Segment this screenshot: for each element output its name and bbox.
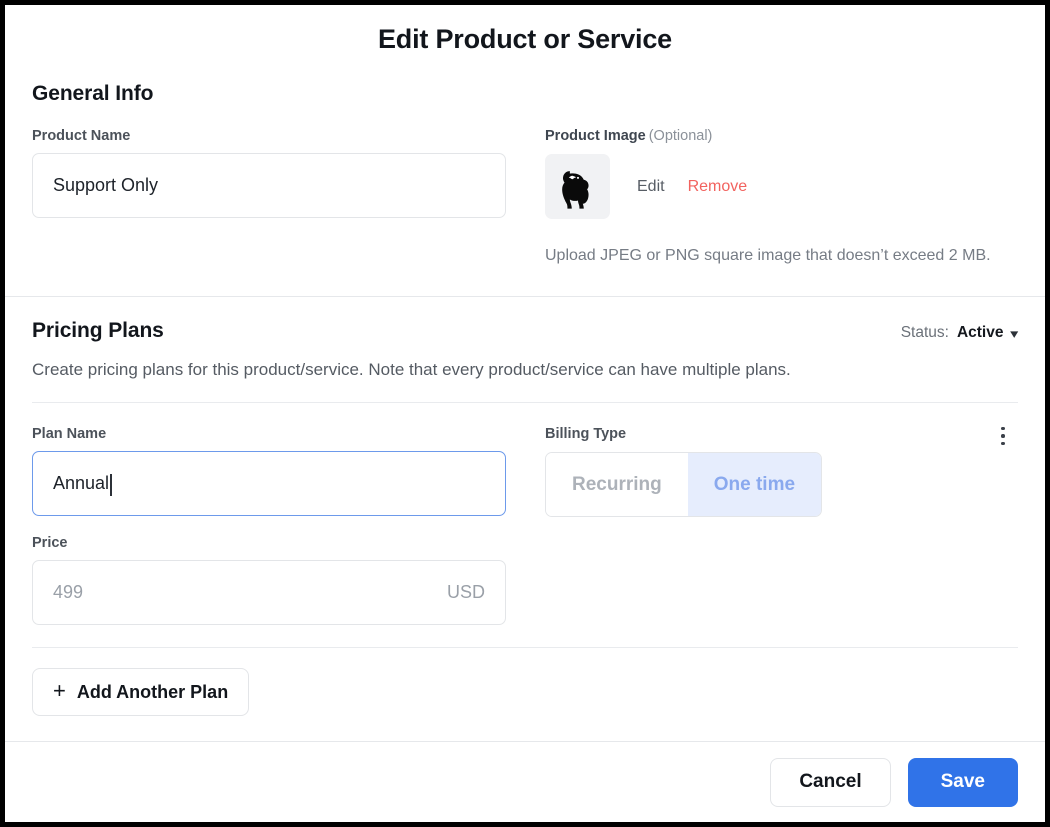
product-name-value: Support Only — [53, 175, 158, 196]
general-info-grid: Product Name Support Only Product Image(… — [32, 128, 1018, 265]
plan-name-field-group: Plan Name Annual Price 499 USD — [32, 426, 532, 625]
upload-hint-text: Upload JPEG or PNG square image that doe… — [545, 247, 1018, 265]
plan-name-input[interactable]: Annual — [32, 451, 506, 516]
billing-type-label: Billing Type — [545, 426, 1018, 442]
billing-type-field-group: Billing Type Recurring One time — [532, 426, 1018, 625]
product-image-actions: Edit Remove — [637, 178, 747, 196]
product-image-optional-text: (Optional) — [649, 128, 713, 144]
price-placeholder-value: 499 — [53, 582, 83, 603]
product-image-label-text: Product Image — [545, 128, 646, 144]
product-name-field-group: Product Name Support Only — [32, 128, 532, 265]
kebab-menu-icon[interactable] — [992, 421, 1014, 451]
add-plan-area: + Add Another Plan — [5, 648, 1045, 716]
price-currency-label: USD — [447, 582, 485, 603]
cancel-button[interactable]: Cancel — [770, 758, 890, 807]
page-title: Edit Product or Service — [5, 5, 1045, 55]
product-image-label: Product Image(Optional) — [545, 128, 1018, 144]
price-input[interactable]: 499 USD — [32, 560, 506, 625]
product-image-row: Edit Remove — [545, 154, 1018, 219]
general-info-heading: General Info — [32, 82, 1018, 106]
add-another-plan-label: Add Another Plan — [77, 682, 228, 703]
plus-icon: + — [53, 680, 66, 702]
product-image-field-group: Product Image(Optional) Edit Remove — [532, 128, 1018, 265]
plan-fields-grid: Plan Name Annual Price 499 USD Billing T… — [32, 403, 1018, 625]
plan-name-value: Annual — [53, 473, 109, 494]
pricing-plans-header: Pricing Plans Status: Active ▾ — [32, 319, 1018, 343]
kebab-dot — [1001, 434, 1005, 438]
general-info-section: General Info Product Name Support Only P… — [5, 55, 1045, 265]
billing-option-recurring[interactable]: Recurring — [546, 453, 688, 516]
product-name-input[interactable]: Support Only — [32, 153, 506, 218]
edit-product-modal: Edit Product or Service General Info Pro… — [5, 5, 1045, 822]
text-cursor — [110, 474, 112, 496]
remove-image-link[interactable]: Remove — [688, 178, 748, 196]
modal-footer: Cancel Save — [5, 742, 1045, 822]
price-field-group: Price 499 USD — [32, 535, 532, 625]
chevron-down-icon: ▾ — [1011, 327, 1019, 340]
save-button[interactable]: Save — [908, 758, 1018, 807]
billing-type-toggle: Recurring One time — [545, 452, 822, 517]
pricing-plans-description: Create pricing plans for this product/se… — [32, 360, 1018, 380]
billing-option-one-time[interactable]: One time — [688, 453, 821, 516]
plan-row: Plan Name Annual Price 499 USD Billing T… — [5, 403, 1045, 625]
kebab-dot — [1001, 442, 1005, 446]
status-label: Status: — [901, 324, 949, 342]
status-value: Active — [957, 324, 1004, 342]
pricing-plans-heading: Pricing Plans — [32, 319, 164, 343]
add-another-plan-button[interactable]: + Add Another Plan — [32, 668, 249, 716]
gorilla-icon — [545, 154, 610, 219]
plan-name-label: Plan Name — [32, 426, 532, 442]
edit-image-link[interactable]: Edit — [637, 178, 665, 196]
product-name-label: Product Name — [32, 128, 532, 144]
pricing-plans-section: Pricing Plans Status: Active ▾ Create pr… — [5, 297, 1045, 380]
status-dropdown[interactable]: Status: Active ▾ — [901, 324, 1018, 342]
kebab-dot — [1001, 427, 1005, 431]
price-label: Price — [32, 535, 532, 551]
